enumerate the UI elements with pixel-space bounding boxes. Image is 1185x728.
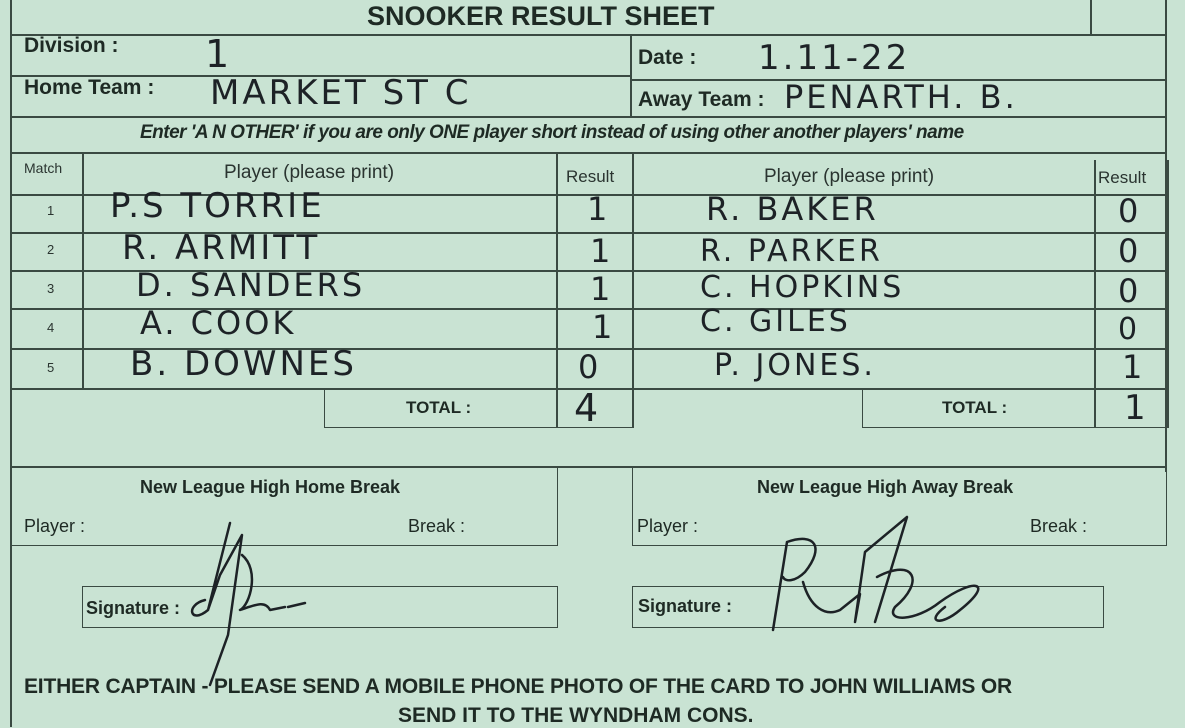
sheet-title: SNOOKER RESULT SHEET bbox=[367, 1, 715, 31]
footer-line-1: EITHER CAPTAIN - PLEASE SEND A MOBILE PH… bbox=[24, 675, 1012, 698]
division-label: Division : bbox=[24, 34, 119, 57]
home-total-label: TOTAL : bbox=[406, 398, 472, 417]
home-result-header: Result bbox=[566, 167, 615, 186]
away-break-player-label: Player : bbox=[637, 516, 699, 536]
home-player-header: Player (please print) bbox=[224, 162, 395, 183]
away-player-name: R. PARKER bbox=[700, 234, 883, 269]
home-team-label: Home Team : bbox=[24, 76, 155, 99]
division-value: 1 bbox=[205, 32, 233, 76]
home-signature-label: Signature : bbox=[86, 598, 181, 618]
away-result: 0 bbox=[1118, 272, 1142, 310]
home-result: 1 bbox=[592, 308, 616, 346]
home-result: 0 bbox=[578, 348, 602, 386]
date-label: Date : bbox=[638, 46, 697, 69]
away-player-name: C. HOPKINS bbox=[700, 270, 905, 305]
away-result: 1 bbox=[1122, 348, 1146, 386]
date-value: 1.11-22 bbox=[758, 38, 911, 78]
home-player-name: R. ARMITT bbox=[122, 228, 321, 268]
away-result: 0 bbox=[1118, 312, 1141, 347]
match-number: 3 bbox=[47, 281, 55, 296]
away-result: 0 bbox=[1118, 192, 1142, 230]
home-player-name: B. DOWNES bbox=[130, 344, 357, 384]
footer-line-2: SEND IT TO THE WYNDHAM CONS. bbox=[398, 704, 754, 727]
home-team-value: MARKET ST C bbox=[210, 73, 472, 113]
away-player-header: Player (please print) bbox=[764, 166, 935, 187]
home-break-title: New League High Home Break bbox=[140, 477, 401, 497]
away-player-name: P. JONES. bbox=[714, 348, 876, 383]
home-result: 1 bbox=[590, 232, 614, 270]
away-signature-label: Signature : bbox=[638, 596, 733, 616]
away-signature-scribble bbox=[771, 515, 980, 632]
match-header: Match bbox=[24, 160, 63, 176]
match-number: 4 bbox=[47, 320, 55, 335]
home-total-value: 4 bbox=[574, 386, 602, 430]
away-total-label: TOTAL : bbox=[942, 398, 1008, 417]
home-result: 1 bbox=[590, 270, 614, 308]
away-player-name: R. BAKER bbox=[706, 190, 879, 228]
match-number: 5 bbox=[47, 360, 55, 375]
home-result: 1 bbox=[587, 190, 611, 228]
home-break-break-label: Break : bbox=[408, 516, 466, 536]
away-team-label: Away Team : bbox=[638, 88, 765, 111]
away-result-header: Result bbox=[1098, 168, 1147, 187]
away-break-break-label: Break : bbox=[1030, 516, 1088, 536]
home-break-player-label: Player : bbox=[24, 516, 86, 536]
home-player-name: A. COOK bbox=[140, 304, 297, 342]
away-break-title: New League High Away Break bbox=[757, 477, 1014, 497]
away-player-name: C. GILES bbox=[700, 304, 851, 339]
home-player-name: P.S TORRIE bbox=[110, 186, 325, 226]
away-total-value: 1 bbox=[1124, 388, 1149, 428]
match-number: 1 bbox=[47, 203, 55, 218]
home-player-name: D. SANDERS bbox=[136, 266, 366, 304]
instruction-text: Enter 'A N OTHER' if you are only ONE pl… bbox=[140, 122, 964, 143]
match-number: 2 bbox=[47, 242, 55, 257]
away-result: 0 bbox=[1118, 232, 1142, 270]
away-team-value: PENARTH. B. bbox=[784, 78, 1018, 116]
